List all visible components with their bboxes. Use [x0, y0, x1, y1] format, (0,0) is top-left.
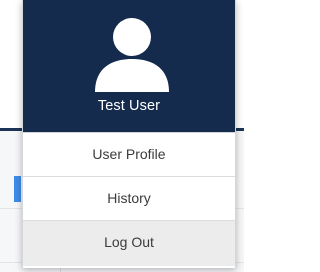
history-menu-item[interactable]: History — [23, 176, 235, 220]
menu-item-label: History — [107, 190, 151, 206]
background-button-edge — [14, 176, 21, 202]
user-silhouette-icon — [95, 18, 169, 92]
user-dropdown-menu: Test User User Profile History Log Out — [22, 0, 236, 268]
user-name: Test User — [97, 98, 161, 114]
profile-header: Test User — [23, 0, 235, 132]
menu-item-label: Log Out — [104, 234, 154, 250]
log-out-menu-item[interactable]: Log Out — [23, 220, 235, 266]
menu-item-label: User Profile — [92, 146, 166, 162]
user-profile-menu-item[interactable]: User Profile — [23, 132, 235, 176]
